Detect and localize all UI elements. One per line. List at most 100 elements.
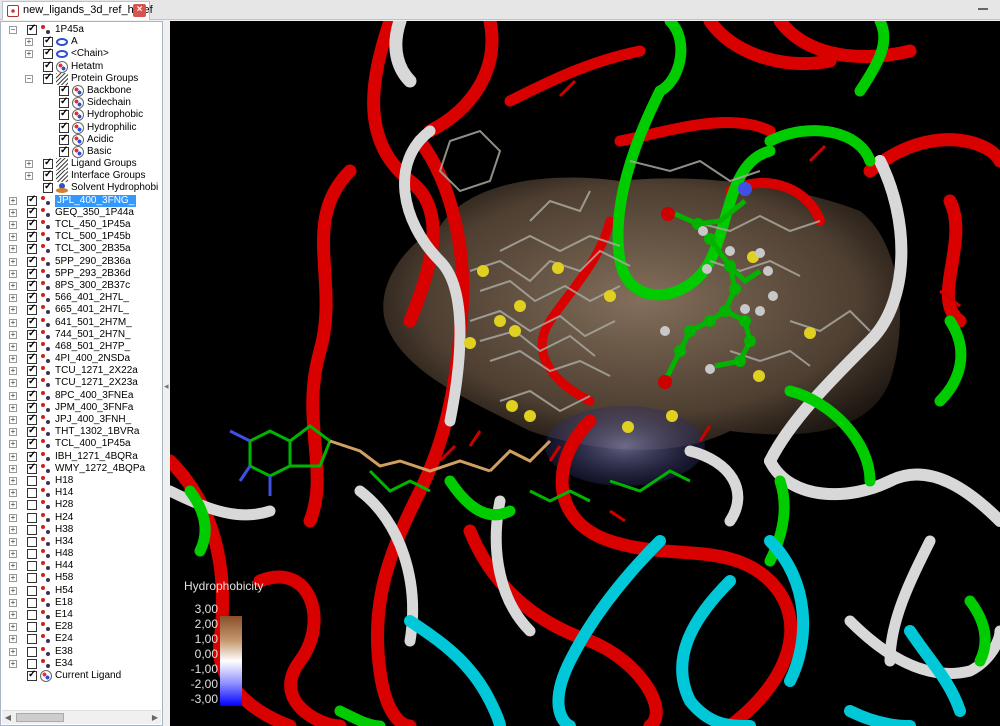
visibility-checkbox[interactable]	[27, 389, 37, 401]
visibility-checkbox[interactable]	[27, 376, 37, 389]
tree-item[interactable]: + E14	[1, 609, 162, 621]
panel-splitter[interactable]: ◂	[163, 21, 170, 726]
visibility-checkbox[interactable]	[27, 279, 37, 291]
expand-icon[interactable]: +	[9, 428, 17, 437]
tree-item[interactable]: Basic	[1, 145, 162, 158]
visibility-checkbox[interactable]	[59, 133, 69, 145]
tree-item[interactable]: +A	[1, 35, 162, 48]
visibility-checkbox[interactable]	[43, 72, 53, 84]
scroll-left-icon[interactable]: ◀	[2, 712, 14, 724]
tree-item[interactable]: + E24	[1, 633, 162, 645]
tree-item[interactable]: + TCL_500_1P45b	[1, 230, 162, 243]
visibility-checkbox[interactable]	[27, 597, 37, 608]
tree-item[interactable]: + TCL_400_1P45a	[1, 437, 162, 450]
visibility-checkbox[interactable]	[27, 230, 37, 243]
expand-icon[interactable]: +	[9, 208, 17, 217]
tree-item[interactable]: +4PI_400_2NSDa	[1, 352, 162, 365]
visibility-checkbox[interactable]	[27, 437, 37, 450]
expand-icon[interactable]: +	[9, 623, 17, 632]
tree-item[interactable]: Hetatm	[1, 60, 162, 73]
tree-item[interactable]: + H18	[1, 475, 162, 487]
tree-item[interactable]: +468_501_2H7P_	[1, 340, 162, 353]
visibility-checkbox[interactable]	[59, 108, 69, 121]
expand-icon[interactable]: +	[9, 647, 17, 656]
visibility-checkbox[interactable]	[27, 24, 37, 35]
tree-item[interactable]: Hydrophobic	[1, 108, 162, 122]
visibility-checkbox[interactable]	[27, 413, 37, 425]
visibility-checkbox[interactable]	[27, 340, 37, 352]
tree-item[interactable]: + IBH_1271_4BQRa	[1, 450, 162, 463]
tree-item[interactable]: − 1P45a	[1, 24, 162, 36]
expand-icon[interactable]: +	[9, 245, 17, 254]
tree-item[interactable]: + <Chain>	[1, 47, 162, 60]
expand-icon[interactable]: +	[25, 38, 33, 47]
tree-item[interactable]: + H48	[1, 548, 162, 560]
expand-icon[interactable]: +	[9, 294, 17, 303]
visibility-checkbox[interactable]	[27, 450, 37, 462]
document-tab[interactable]: new_ligands_3d_ref_h_ref ×	[2, 1, 153, 20]
expand-icon[interactable]: +	[9, 562, 17, 571]
visibility-checkbox[interactable]	[27, 352, 37, 365]
collapse-panel-icon[interactable]: ◂	[164, 381, 169, 392]
visibility-checkbox[interactable]	[27, 255, 37, 267]
collapse-icon[interactable]: −	[9, 26, 17, 34]
visibility-checkbox[interactable]	[27, 500, 37, 511]
expand-icon[interactable]: +	[9, 281, 17, 290]
tree-item[interactable]: +5PP_293_2B36d	[1, 267, 162, 280]
tree-item[interactable]: + E38	[1, 646, 162, 658]
tree-item[interactable]: +8PC_400_3FNEa	[1, 389, 162, 402]
tree-item[interactable]: + H28	[1, 499, 162, 511]
visibility-checkbox[interactable]	[27, 267, 37, 279]
visibility-checkbox[interactable]	[27, 622, 37, 633]
expand-icon[interactable]: +	[9, 513, 17, 522]
visibility-checkbox[interactable]	[27, 524, 37, 535]
tree-item[interactable]: Solvent Hydrophobi	[1, 181, 162, 194]
tree-item[interactable]: + JPL_400_3FNG_	[1, 194, 162, 207]
visibility-checkbox[interactable]	[27, 573, 37, 584]
tree-item[interactable]: Backbone	[1, 84, 162, 97]
expand-icon[interactable]: +	[9, 586, 17, 595]
visibility-checkbox[interactable]	[27, 316, 37, 328]
visibility-checkbox[interactable]	[59, 84, 69, 96]
tree-item[interactable]: + H38	[1, 524, 162, 536]
visibility-checkbox[interactable]	[27, 475, 37, 486]
tree-item[interactable]: + TCU_1271_2X23a	[1, 376, 162, 389]
tree-item[interactable]: + Interface Groups	[1, 169, 162, 183]
visibility-checkbox[interactable]	[43, 60, 53, 72]
tree-item[interactable]: Sidechain	[1, 96, 162, 110]
expand-icon[interactable]: +	[9, 367, 17, 376]
expand-icon[interactable]: +	[9, 659, 17, 668]
tree-item[interactable]: Acidic	[1, 133, 162, 146]
tree-item[interactable]: +8PS_300_2B37c	[1, 279, 162, 292]
expand-icon[interactable]: +	[9, 635, 17, 644]
visibility-checkbox[interactable]	[27, 206, 37, 218]
visibility-checkbox[interactable]	[27, 488, 37, 499]
expand-icon[interactable]: +	[9, 355, 17, 364]
visibility-checkbox[interactable]	[27, 328, 37, 340]
visibility-checkbox[interactable]	[27, 194, 37, 206]
visibility-checkbox[interactable]	[27, 218, 37, 230]
visibility-checkbox[interactable]	[59, 121, 69, 133]
expand-icon[interactable]: +	[9, 550, 17, 559]
visibility-checkbox[interactable]	[27, 646, 37, 657]
tree-item[interactable]: + E34	[1, 658, 162, 670]
expand-icon[interactable]: +	[9, 598, 17, 607]
expand-icon[interactable]: +	[9, 391, 17, 400]
tree-item[interactable]: Hydrophilic	[1, 121, 162, 134]
tree-item[interactable]: Current Ligand	[1, 669, 162, 682]
visibility-checkbox[interactable]	[27, 462, 37, 474]
expand-icon[interactable]: +	[9, 330, 17, 339]
tree-item[interactable]: + H24	[1, 512, 162, 524]
expand-icon[interactable]: +	[9, 403, 17, 412]
tree-item[interactable]: + Ligand Groups	[1, 157, 162, 171]
expand-icon[interactable]: +	[9, 476, 17, 485]
visibility-checkbox[interactable]	[27, 610, 37, 620]
expand-icon[interactable]: +	[9, 196, 17, 205]
visibility-checkbox[interactable]	[27, 303, 37, 316]
tree-item[interactable]: − Protein Groups	[1, 72, 162, 85]
tree-item[interactable]: +744_501_2H7N_	[1, 328, 162, 341]
expand-icon[interactable]: +	[9, 489, 17, 498]
tree-item[interactable]: + WMY_1272_4BQPa	[1, 462, 162, 475]
expand-icon[interactable]: +	[9, 452, 17, 461]
tree-item[interactable]: + H44	[1, 560, 162, 572]
